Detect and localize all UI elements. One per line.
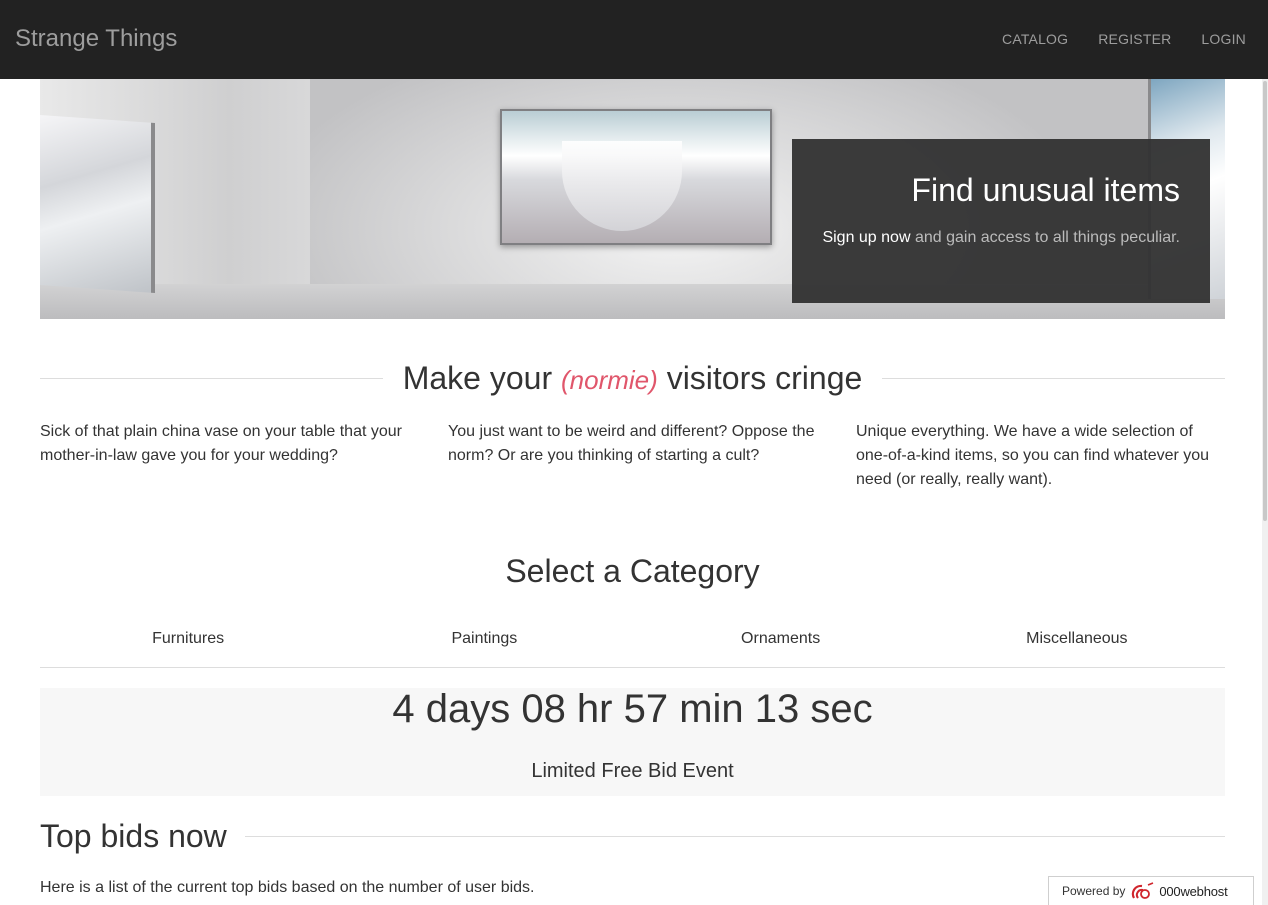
intro-heading-start: Make your xyxy=(402,360,561,396)
countdown-event-label: Limited Free Bid Event xyxy=(531,760,734,782)
category-ornaments[interactable]: Ornaments xyxy=(633,620,929,667)
brand-link[interactable]: Strange Things xyxy=(15,25,177,53)
intro-heading-end: visitors cringe xyxy=(657,360,863,396)
hero-card: Find unusual items Sign up now and gain … xyxy=(792,139,1210,303)
category-title: Select a Category xyxy=(505,553,760,589)
navbar: Strange Things CATALOG REGISTER LOGIN xyxy=(0,0,1268,79)
host-logo-icon xyxy=(1131,882,1155,900)
nav-catalog-link[interactable]: CATALOG xyxy=(1002,31,1068,47)
hero-painting-center xyxy=(500,109,772,245)
host-name: 000webhost xyxy=(1159,883,1228,899)
nav-links: CATALOG REGISTER LOGIN xyxy=(1002,31,1246,47)
category-miscellaneous[interactable]: Miscellaneous xyxy=(929,620,1225,667)
intro-section-title: Make your (normie) visitors cringe xyxy=(40,360,1226,397)
page-scrollbar[interactable] xyxy=(1262,79,1268,905)
category-furnitures[interactable]: Furnitures xyxy=(40,620,336,667)
category-paintings[interactable]: Paintings xyxy=(336,620,632,667)
countdown-panel: 4 days 08 hr 57 min 13 sec Limited Free … xyxy=(40,688,1225,796)
top-bids-title: Top bids now xyxy=(40,818,1225,855)
signup-link[interactable]: Sign up now xyxy=(822,229,910,246)
scrollbar-thumb[interactable] xyxy=(1263,81,1267,521)
countdown-timer: 4 days 08 hr 57 min 13 sec xyxy=(392,687,873,731)
powered-by-label: Powered by xyxy=(1062,884,1126,898)
painting-wave-shape xyxy=(562,141,682,231)
intro-column-3: Unique everything. We have a wide select… xyxy=(856,423,1210,488)
top-bids-heading: Top bids now xyxy=(40,818,227,854)
intro-columns: Sick of that plain china vase on your ta… xyxy=(40,420,1225,492)
title-divider-left xyxy=(40,378,383,379)
category-nav: Furnitures Paintings Ornaments Miscellan… xyxy=(40,620,1225,668)
hero-heading: Find unusual items xyxy=(911,172,1180,208)
powered-by-badge[interactable]: Powered by 000webhost xyxy=(1048,876,1254,905)
hero-tagline-rest: and gain access to all things peculiar. xyxy=(910,229,1180,246)
hero-painting-left xyxy=(40,114,155,294)
nav-register-link[interactable]: REGISTER xyxy=(1098,31,1171,47)
nav-login-link[interactable]: LOGIN xyxy=(1201,31,1246,47)
intro-heading: Make your (normie) visitors cringe xyxy=(383,360,883,397)
title-divider-right xyxy=(882,378,1226,379)
intro-heading-highlight: (normie) xyxy=(561,365,658,395)
intro-column-1: Sick of that plain china vase on your ta… xyxy=(40,423,402,464)
top-bids-intro: Here is a list of the current top bids b… xyxy=(40,879,535,896)
hero-tagline: Sign up now and gain access to all thing… xyxy=(792,229,1180,247)
top-bids-divider xyxy=(244,836,1225,837)
intro-column-2: You just want to be weird and different?… xyxy=(448,423,815,464)
